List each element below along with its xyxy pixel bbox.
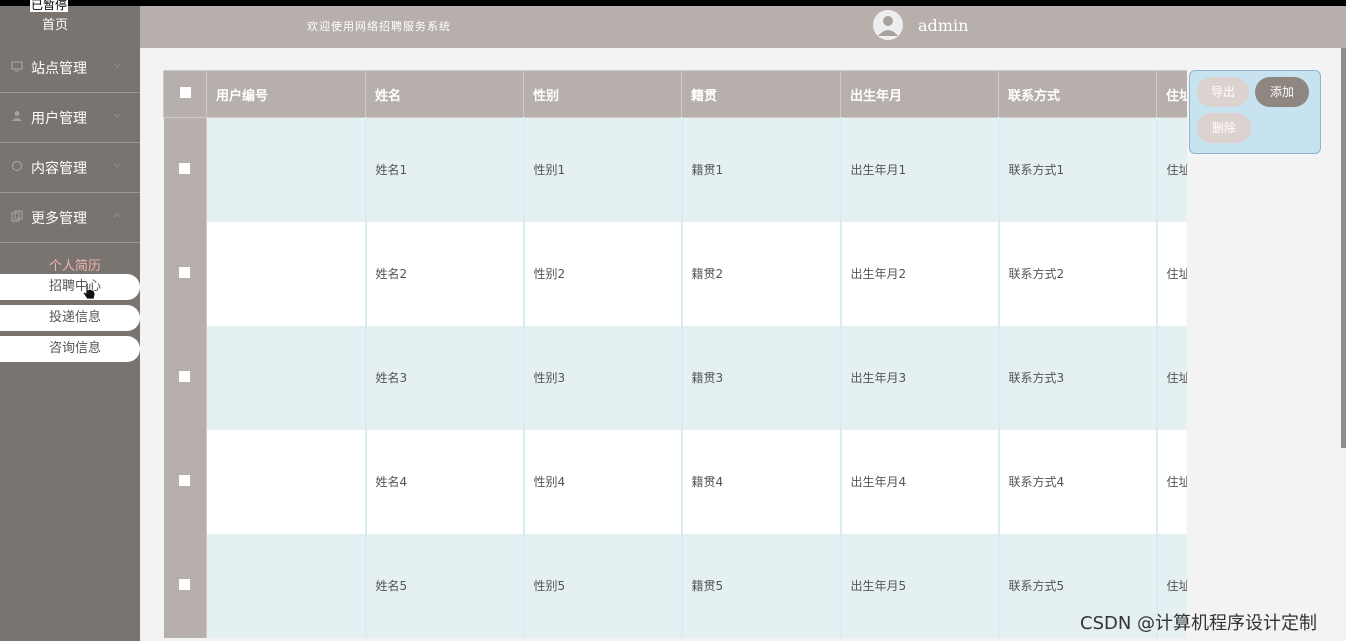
column-header[interactable]: 用户编号 xyxy=(206,70,366,118)
paused-label: 已暂停 xyxy=(30,0,69,12)
row-select-cell xyxy=(163,221,207,326)
row-select-cell xyxy=(163,429,207,534)
table-cell: 籍贯4 xyxy=(681,429,842,534)
avatar-icon[interactable] xyxy=(873,10,903,40)
table-cell: 出生年月3 xyxy=(840,325,1000,430)
table-cell: 姓名1 xyxy=(365,117,525,222)
main-content: 用户编号 姓名 性别 籍贯 出生年月 联系方式 住址 姓名1 性别1 籍贯1 出… xyxy=(141,48,1337,641)
chevron-down-icon xyxy=(113,113,121,118)
column-header[interactable]: 姓名 xyxy=(365,70,524,118)
table-cell: 性别2 xyxy=(523,221,683,326)
row-checkbox[interactable] xyxy=(179,474,191,486)
submenu-item-label: 投递信息 xyxy=(48,310,101,325)
copy-icon xyxy=(11,210,23,222)
sidebar: 首页 站点管理 用户管理 内容管理 更多管理 个人简历 招聘中心 投递信息 咨询… xyxy=(0,6,140,641)
sidebar-item-more[interactable]: 更多管理 xyxy=(0,192,140,243)
row-select-cell xyxy=(163,117,207,222)
submenu-resume[interactable]: 个人简历 xyxy=(0,255,150,274)
sidebar-item-users[interactable]: 用户管理 xyxy=(0,92,140,143)
table-cell: 住址 xyxy=(1156,325,1187,430)
sidebar-item-site[interactable]: 站点管理 xyxy=(0,42,140,93)
table-cell: 联系方式4 xyxy=(998,429,1158,534)
data-table: 用户编号 姓名 性别 籍贯 出生年月 联系方式 住址 姓名1 性别1 籍贯1 出… xyxy=(163,70,1187,638)
table-cell: 出生年月2 xyxy=(840,221,1000,326)
delete-button[interactable]: 删除 xyxy=(1197,113,1251,143)
row-select-cell xyxy=(163,533,207,638)
sidebar-item-label: 站点管理 xyxy=(31,61,87,77)
table-cell xyxy=(206,533,367,638)
table-cell xyxy=(206,221,367,326)
table-cell: 性别5 xyxy=(523,533,683,638)
username[interactable]: admin xyxy=(918,16,968,35)
monitor-icon xyxy=(11,61,23,72)
welcome-text: 欢迎使用网络招聘服务系统 xyxy=(307,20,451,33)
sidebar-home[interactable]: 首页 xyxy=(0,14,110,33)
chevron-up-icon xyxy=(113,213,121,218)
table-cell: 姓名2 xyxy=(365,221,525,326)
table-cell: 性别1 xyxy=(523,117,683,222)
table-cell: 联系方式3 xyxy=(998,325,1158,430)
sidebar-item-label: 用户管理 xyxy=(31,111,87,127)
data-table-wrapper: 用户编号 姓名 性别 籍贯 出生年月 联系方式 住址 姓名1 性别1 籍贯1 出… xyxy=(163,70,1187,641)
table-cell: 住址 xyxy=(1156,221,1187,326)
table-row[interactable]: 姓名5 性别5 籍贯5 出生年月5 联系方式5 住址 xyxy=(163,533,1187,638)
submenu-item-deliveries[interactable]: 投递信息 xyxy=(0,305,140,331)
table-cell: 姓名5 xyxy=(365,533,525,638)
table-cell: 籍贯3 xyxy=(681,325,842,430)
table-cell: 籍贯2 xyxy=(681,221,842,326)
table-cell: 性别4 xyxy=(523,429,683,534)
action-panel: 导出 添加 删除 xyxy=(1189,70,1321,154)
column-header[interactable]: 住址 xyxy=(1156,70,1187,118)
table-cell: 性别3 xyxy=(523,325,683,430)
table-cell: 住址 xyxy=(1156,429,1187,534)
table-cell: 籍贯5 xyxy=(681,533,842,638)
user-icon xyxy=(12,111,22,121)
column-header[interactable]: 性别 xyxy=(523,70,682,118)
table-cell: 住址 xyxy=(1156,117,1187,222)
table-cell: 出生年月5 xyxy=(840,533,1000,638)
sidebar-item-label: 内容管理 xyxy=(31,161,87,177)
table-row[interactable]: 姓名3 性别3 籍贯3 出生年月3 联系方式3 住址 xyxy=(163,325,1187,430)
table-row[interactable]: 姓名4 性别4 籍贯4 出生年月4 联系方式4 住址 xyxy=(163,429,1187,534)
table-header-row: 用户编号 姓名 性别 籍贯 出生年月 联系方式 住址 xyxy=(163,70,1187,118)
table-cell xyxy=(206,325,367,430)
submenu-item-label: 招聘中心 xyxy=(48,279,101,294)
watermark: CSDN @计算机程序设计定制 xyxy=(1080,613,1318,634)
row-select-cell xyxy=(163,325,207,430)
submenu-item-consult[interactable]: 咨询信息 xyxy=(0,336,140,362)
table-row[interactable]: 姓名2 性别2 籍贯2 出生年月2 联系方式2 住址 xyxy=(163,221,1187,326)
row-checkbox[interactable] xyxy=(179,578,191,590)
table-cell: 籍贯1 xyxy=(681,117,842,222)
row-checkbox[interactable] xyxy=(179,370,191,382)
row-checkbox[interactable] xyxy=(179,162,191,174)
header: 欢迎使用网络招聘服务系统 admin xyxy=(140,6,1346,48)
sidebar-item-content[interactable]: 内容管理 xyxy=(0,142,140,193)
column-header[interactable]: 籍贯 xyxy=(681,70,841,118)
column-header[interactable]: 联系方式 xyxy=(998,70,1157,118)
table-cell: 联系方式2 xyxy=(998,221,1158,326)
select-all-checkbox[interactable] xyxy=(179,86,191,98)
select-all-cell xyxy=(163,70,207,118)
table-cell xyxy=(206,117,367,222)
table-cell: 姓名3 xyxy=(365,325,525,430)
add-button[interactable]: 添加 xyxy=(1255,77,1309,107)
table-cell: 出生年月4 xyxy=(840,429,1000,534)
chevron-down-icon xyxy=(113,163,121,168)
column-header[interactable]: 出生年月 xyxy=(840,70,999,118)
table-cell: 联系方式1 xyxy=(998,117,1158,222)
chat-icon xyxy=(11,160,23,172)
submenu-item-label: 咨询信息 xyxy=(48,341,101,356)
table-cell: 出生年月1 xyxy=(840,117,1000,222)
page-scrollbar[interactable] xyxy=(1341,48,1346,448)
table-cell: 姓名4 xyxy=(365,429,525,534)
sidebar-item-label: 更多管理 xyxy=(31,211,87,227)
hand-cursor-icon xyxy=(82,282,96,300)
row-checkbox[interactable] xyxy=(179,266,191,278)
submenu-item-recruit-center[interactable]: 招聘中心 xyxy=(0,274,140,300)
export-button[interactable]: 导出 xyxy=(1197,77,1249,107)
table-cell xyxy=(206,429,367,534)
table-row[interactable]: 姓名1 性别1 籍贯1 出生年月1 联系方式1 住址 xyxy=(163,117,1187,222)
chevron-down-icon xyxy=(113,63,121,68)
